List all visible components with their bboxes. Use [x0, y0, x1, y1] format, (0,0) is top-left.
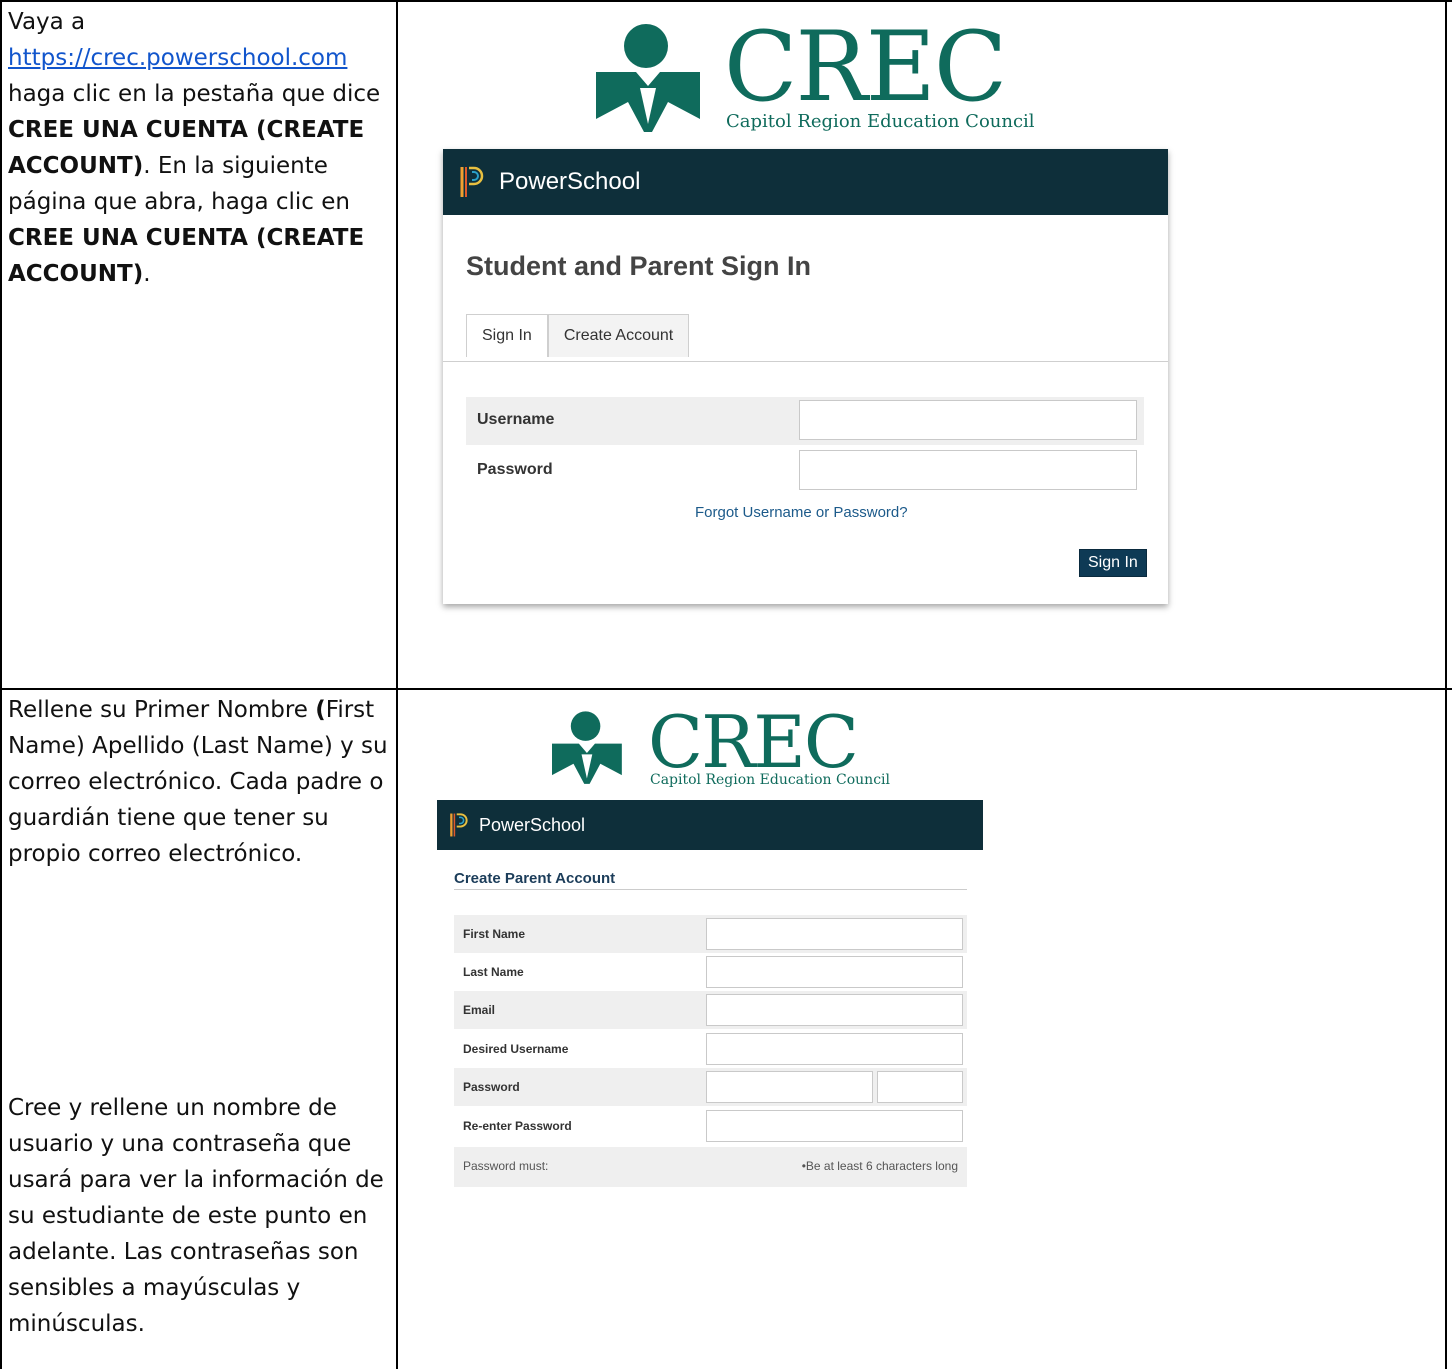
powerschool-logo-icon-2: [450, 813, 468, 837]
powerschool-signin-panel: PowerSchool Student and Parent Sign In S…: [443, 149, 1168, 604]
powerschool-logo-icon: [460, 166, 484, 197]
username-row: Username: [466, 397, 1144, 445]
row2-instructions-top: Rellene su Primer Nombre (First Name) Ap…: [8, 692, 393, 872]
create-account-panel: PowerSchool Create Parent Account First …: [437, 800, 983, 1190]
password-label-2: Password: [463, 1080, 520, 1094]
create-account-title: Create Parent Account: [454, 870, 616, 887]
table-row-divider: [0, 688, 1452, 690]
crec-wordmark: CREC: [724, 11, 1007, 123]
table-border-top: [0, 0, 1452, 2]
first-name-input[interactable]: [706, 918, 963, 950]
email-row: Email: [454, 991, 967, 1029]
table-border-right: [1445, 0, 1447, 1369]
last-name-input[interactable]: [706, 956, 963, 988]
email-input[interactable]: [706, 994, 963, 1026]
username-input[interactable]: [799, 400, 1137, 440]
desired-username-label: Desired Username: [463, 1042, 569, 1056]
forgot-credentials-link[interactable]: Forgot Username or Password?: [695, 504, 908, 521]
instr-text1: haga clic en la pestaña que dice: [8, 81, 381, 107]
instr-prefix: Vaya a: [8, 9, 86, 35]
reenter-password-input[interactable]: [706, 1110, 963, 1142]
first-name-row: First Name: [454, 915, 967, 953]
powerschool-header-2: PowerSchool: [437, 800, 983, 850]
powerschool-brand: PowerSchool: [499, 168, 641, 195]
password-input[interactable]: [799, 450, 1137, 490]
username-label: Username: [477, 411, 555, 428]
title-rule: [454, 889, 967, 890]
instr-text3: .: [143, 261, 151, 287]
tab-sign-in[interactable]: Sign In: [466, 314, 548, 357]
password-strength-box: [877, 1071, 963, 1103]
password-row: Password: [466, 447, 1144, 495]
powerschool-link[interactable]: https://crec.powerschool.com: [8, 45, 347, 71]
last-name-row: Last Name: [454, 953, 967, 991]
password-input-2[interactable]: [706, 1071, 873, 1103]
instr2-paragraph2: Cree y rellene un nombre de usuario y un…: [8, 1095, 384, 1337]
password-rule-label: Password must:: [463, 1159, 549, 1173]
table-border-left: [0, 0, 2, 1369]
last-name-label: Last Name: [463, 965, 524, 979]
powerschool-brand-2: PowerSchool: [479, 814, 586, 835]
password-rules-row: Password must: •Be at least 6 characters…: [454, 1147, 967, 1187]
sign-in-button[interactable]: Sign In: [1079, 549, 1147, 577]
reenter-password-label: Re-enter Password: [463, 1119, 572, 1133]
reenter-password-row: Re-enter Password: [454, 1107, 967, 1145]
tab-divider: [443, 361, 1168, 362]
password-row-2: Password: [454, 1068, 967, 1106]
tab-create-account[interactable]: Create Account: [547, 314, 690, 357]
instr2-bold1: (: [315, 697, 326, 723]
email-label: Email: [463, 1003, 496, 1017]
row2-instructions-bottom: Cree y rellene un nombre de usuario y un…: [8, 1090, 393, 1342]
crec-logo: CREC Capitol Region Education Council: [596, 12, 1035, 138]
crec-figure-icon: [596, 24, 700, 132]
password-label: Password: [477, 461, 553, 478]
row1-instructions: Vaya a https://crec.powerschool.com haga…: [8, 4, 393, 292]
password-rule-text: •Be at least 6 characters long: [801, 1159, 958, 1173]
crec-subtitle: Capitol Region Education Council: [726, 111, 1035, 132]
first-name-label: First Name: [463, 927, 526, 941]
desired-username-input[interactable]: [706, 1033, 963, 1065]
desired-username-row: Desired Username: [454, 1030, 967, 1068]
instr2-text1: Rellene su Primer Nombre: [8, 697, 316, 723]
instr-bold2: CREE UNA CUENTA (CREATE ACCOUNT): [8, 225, 365, 287]
crec-subtitle-small: Capitol Region Education Council: [650, 772, 890, 788]
crec-logo-small: CREC Capitol Region Education Council: [552, 700, 890, 798]
signin-tabs: Sign In Create Account: [466, 314, 690, 357]
table-column-divider: [396, 0, 398, 1369]
powerschool-header: PowerSchool: [443, 149, 1168, 215]
crec-figure-icon-small: [552, 711, 622, 784]
page-title: Student and Parent Sign In: [466, 251, 812, 281]
